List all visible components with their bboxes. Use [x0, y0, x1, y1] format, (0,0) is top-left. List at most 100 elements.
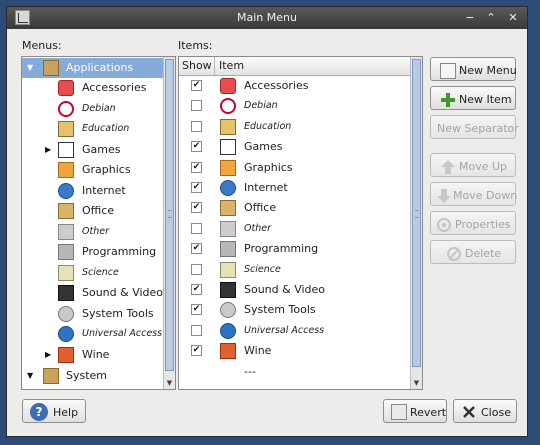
menus-scrollbar[interactable]: ▼ — [163, 57, 175, 389]
item-row[interactable]: ✔ Internet — [179, 178, 411, 198]
item-row[interactable]: ✔ Wine — [179, 341, 411, 361]
other-icon — [220, 220, 236, 237]
expander-open-icon[interactable]: ▼ — [27, 58, 37, 78]
tree-item[interactable]: System Tools — [22, 304, 164, 324]
item-label: Science — [244, 263, 281, 275]
new-separator-button[interactable]: New Separator — [430, 115, 519, 139]
move-down-label: Move Down — [453, 189, 518, 202]
new-menu-button[interactable]: New Menu — [430, 57, 517, 81]
expander-open-icon[interactable]: ▼ — [27, 366, 37, 386]
item-row[interactable]: ✔ Office — [179, 198, 411, 218]
show-checkbox[interactable]: ✔ — [191, 182, 202, 193]
item-row[interactable]: Other — [179, 219, 411, 239]
item-row[interactable]: Science — [179, 260, 411, 280]
universal-access-icon — [220, 322, 236, 339]
new-item-button[interactable]: New Item — [430, 86, 516, 110]
tree-item[interactable]: Programming — [22, 242, 164, 262]
delete-button[interactable]: Delete — [430, 240, 516, 264]
tree-item[interactable]: Accessories — [22, 78, 164, 98]
office-icon — [220, 200, 236, 217]
item-row[interactable]: ✔ System Tools — [179, 300, 411, 320]
menus-tree[interactable]: ▼ Applications Accessories Debian Educatio… — [21, 56, 176, 390]
tree-item[interactable]: Graphics — [22, 160, 164, 180]
properties-button[interactable]: Properties — [430, 211, 516, 235]
tree-item-label: Graphics — [82, 163, 131, 176]
tree-item[interactable]: Sound & Video — [22, 283, 164, 303]
tree-item[interactable]: Internet — [22, 181, 164, 201]
item-label: Universal Access — [244, 324, 325, 336]
add-icon — [440, 92, 456, 108]
maximize-button[interactable]: ⌃ — [483, 10, 499, 25]
tree-item[interactable]: Other — [22, 222, 164, 242]
tree-item[interactable]: Office — [22, 201, 164, 221]
sound-video-icon — [220, 282, 236, 298]
show-checkbox[interactable]: ✔ — [191, 161, 202, 173]
show-checkbox[interactable] — [191, 263, 202, 275]
games-icon — [58, 141, 74, 158]
show-checkbox[interactable]: ✔ — [191, 284, 202, 295]
tree-item-system[interactable]: ▼ System — [22, 366, 164, 386]
system-tools-icon — [220, 302, 236, 319]
column-header-show[interactable]: Show — [179, 57, 215, 75]
applications-icon — [43, 60, 59, 76]
scrollbar-thumb[interactable] — [412, 59, 421, 367]
games-icon — [220, 139, 236, 156]
item-row[interactable]: Universal Access — [179, 321, 411, 341]
tree-item-applications[interactable]: ▼ Applications — [22, 58, 164, 78]
internet-icon — [58, 182, 74, 199]
column-header-item[interactable]: Item — [216, 57, 244, 75]
delete-icon — [446, 246, 462, 262]
tree-item-label: Accessories — [82, 81, 147, 94]
item-row[interactable]: ✔ Programming — [179, 239, 411, 259]
close-window-button[interactable]: ✕ — [505, 10, 521, 25]
move-down-button[interactable]: Move Down — [430, 182, 518, 206]
new-menu-icon — [440, 63, 456, 79]
show-checkbox[interactable]: ✔ — [191, 202, 202, 214]
item-label: Internet — [244, 181, 288, 194]
show-checkbox[interactable] — [191, 100, 202, 112]
minimize-button[interactable]: − — [462, 10, 478, 25]
tree-item[interactable]: Education — [22, 119, 164, 139]
item-row[interactable]: Debian — [179, 96, 411, 116]
revert-button[interactable]: Revert — [383, 399, 447, 423]
items-scrollbar[interactable]: ▼ — [410, 57, 422, 389]
expander-closed-icon[interactable]: ▶ — [45, 345, 55, 365]
show-checkbox[interactable] — [191, 120, 202, 132]
title-bar[interactable]: Main Menu − ⌃ ✕ — [7, 7, 527, 29]
item-row[interactable]: ✔ Accessories — [179, 76, 411, 96]
scrollbar-thumb[interactable] — [165, 59, 174, 371]
show-checkbox[interactable]: ✔ — [191, 243, 202, 255]
item-row[interactable]: Education — [179, 117, 411, 137]
tree-item-label: Other — [82, 225, 109, 237]
show-checkbox[interactable]: ✔ — [191, 141, 202, 153]
item-label: Wine — [244, 344, 272, 358]
scroll-down-arrow-icon[interactable]: ▼ — [411, 379, 422, 387]
help-button[interactable]: ? Help — [22, 399, 86, 423]
tree-item-label: Applications — [66, 61, 134, 74]
show-checkbox[interactable]: ✔ — [191, 304, 202, 316]
items-list[interactable]: Show Item ✔ Accessories Debian Education ✔ Ga… — [178, 56, 423, 390]
item-row[interactable]: ✔ Games — [179, 137, 411, 157]
move-up-button[interactable]: Move Up — [430, 153, 516, 177]
properties-label: Properties — [455, 218, 511, 231]
show-checkbox[interactable]: ✔ — [191, 345, 202, 357]
tree-item[interactable]: ▶ Wine — [22, 345, 164, 365]
tree-item[interactable]: ▶ Games — [22, 140, 164, 160]
show-checkbox[interactable] — [191, 324, 202, 336]
expander-closed-icon[interactable]: ▶ — [45, 140, 55, 160]
tree-item[interactable]: Science — [22, 263, 164, 283]
close-button[interactable]: Close — [453, 399, 517, 423]
item-row[interactable]: --- — [179, 362, 411, 382]
item-row[interactable]: ✔ Sound & Video — [179, 280, 411, 300]
item-row[interactable]: ✔ Graphics — [179, 158, 411, 178]
move-up-label: Move Up — [459, 160, 508, 173]
show-checkbox[interactable]: ✔ — [191, 80, 202, 91]
tree-item[interactable]: Universal Access — [22, 324, 164, 344]
tree-item[interactable]: Debian — [22, 99, 164, 119]
new-item-label: New Item — [459, 93, 512, 106]
graphics-icon — [220, 159, 236, 176]
tree-item-label: Universal Access — [82, 328, 163, 339]
scroll-down-arrow-icon[interactable]: ▼ — [164, 379, 175, 387]
show-checkbox[interactable] — [191, 222, 202, 234]
office-icon — [58, 203, 74, 219]
